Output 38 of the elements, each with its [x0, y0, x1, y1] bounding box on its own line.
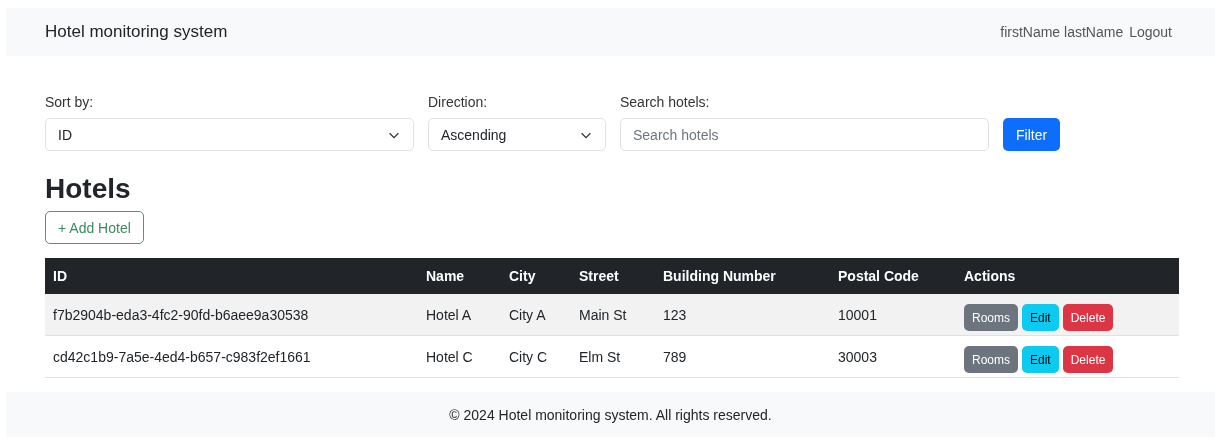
table-cell: City A: [501, 294, 571, 336]
rooms-button[interactable]: Rooms: [964, 304, 1018, 331]
table-cell: cd42c1b9-7a5e-4ed4-b657-c983f2ef1661: [45, 335, 418, 378]
column-header: ID: [45, 258, 418, 294]
delete-button[interactable]: Delete: [1062, 304, 1114, 331]
column-header: Postal Code: [830, 258, 956, 294]
table-cell: f7b2904b-eda3-4fc2-90fd-b6aee9a30538: [45, 294, 418, 336]
table-cell: 789: [655, 335, 830, 378]
logout-link[interactable]: Logout: [1129, 24, 1172, 40]
table-cell: 30003: [830, 335, 956, 378]
user-name: firstName lastName: [1000, 24, 1124, 40]
column-header: Building Number: [655, 258, 830, 294]
edit-button[interactable]: Edit: [1022, 304, 1059, 331]
table-cell: Main St: [571, 294, 655, 336]
footer-text: © 2024 Hotel monitoring system. All rights reserved.: [449, 406, 772, 423]
filter-button[interactable]: Filter: [1003, 118, 1061, 151]
search-field[interactable]: Search hotels: [620, 118, 989, 151]
column-header: Name: [418, 258, 501, 294]
table-cell: Elm St: [571, 335, 655, 378]
table-cell: City C: [501, 335, 571, 378]
column-header: Actions: [956, 258, 1179, 294]
table-cell: 123: [655, 294, 830, 336]
rooms-button[interactable]: Rooms: [964, 346, 1018, 373]
table-cell: Hotel A: [418, 294, 501, 336]
add-hotel-button[interactable]: + Add Hotel: [45, 211, 144, 244]
edit-button[interactable]: Edit: [1022, 346, 1059, 373]
sort-select[interactable]: ID: [45, 118, 414, 151]
column-header: City: [501, 258, 571, 294]
delete-button[interactable]: Delete: [1062, 346, 1114, 373]
direction-select[interactable]: Ascending: [428, 118, 606, 151]
brand-title[interactable]: Hotel monitoring system: [45, 22, 228, 42]
page-heading: Hotels: [45, 173, 132, 205]
search-label: Search hotels:: [620, 94, 711, 110]
table-cell: 10001: [830, 294, 956, 336]
column-header: Street: [571, 258, 655, 294]
sort-label: Sort by:: [45, 94, 95, 110]
direction-label: Direction:: [428, 94, 489, 110]
table-cell: Hotel C: [418, 335, 501, 378]
